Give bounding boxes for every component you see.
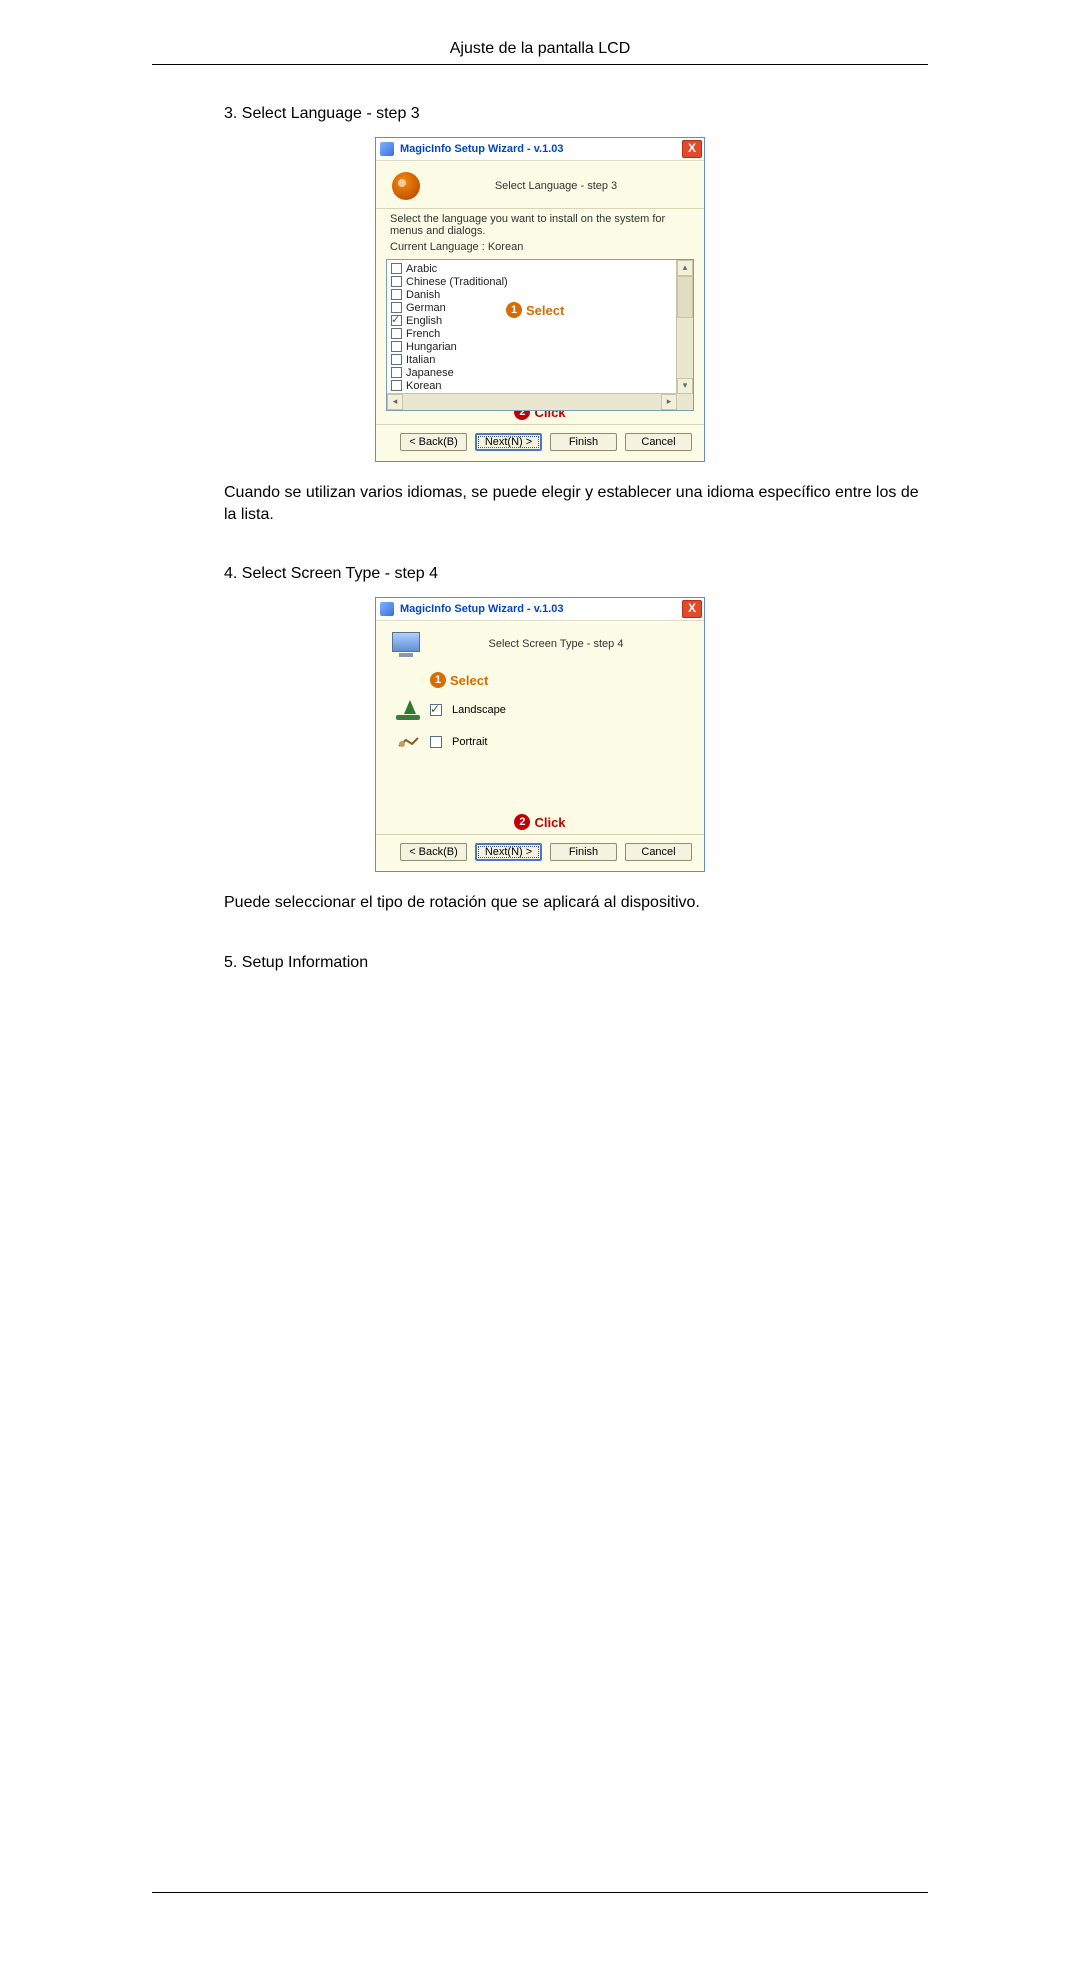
cancel-button[interactable]: Cancel (625, 433, 692, 451)
checkbox-icon[interactable] (391, 315, 402, 326)
next-button[interactable]: Next(N) > (475, 433, 542, 451)
language-label: Hungarian (406, 341, 457, 353)
checkbox-icon[interactable] (391, 328, 402, 339)
step4-body: Puede seleccionar el tipo de rotación qu… (224, 892, 928, 914)
vertical-scrollbar[interactable]: ▴ ▾ (676, 260, 693, 394)
landscape-option[interactable]: Landscape (396, 694, 690, 726)
annotation-badge-2: 2 (514, 814, 530, 830)
button-row: < Back(B) Next(N) > Finish Cancel (376, 424, 704, 461)
step-header-row: Select Screen Type - step 4 (376, 621, 704, 664)
instruction-block: Select the language you want to install … (376, 208, 704, 255)
language-item[interactable]: Korean (391, 379, 693, 392)
app-icon (380, 142, 394, 156)
language-item[interactable]: Danish (391, 288, 693, 301)
step3-body: Cuando se utilizan varios idiomas, se pu… (224, 482, 928, 525)
scroll-left-icon[interactable]: ◂ (387, 394, 403, 410)
checkbox-icon[interactable] (430, 736, 442, 748)
finish-button[interactable]: Finish (550, 433, 617, 451)
step4-label: 4. Select Screen Type - step 4 (224, 565, 928, 583)
horizontal-scrollbar[interactable]: ◂ ▸ (387, 393, 693, 410)
annotation-select-text: Select (450, 673, 488, 688)
annotation-badge-1: 1 (506, 302, 522, 318)
monitor-icon (392, 632, 420, 656)
language-label: Italian (406, 354, 435, 366)
language-label: English (406, 315, 442, 327)
language-label: Japanese (406, 367, 454, 379)
cancel-button[interactable]: Cancel (625, 843, 692, 861)
language-label: Danish (406, 289, 440, 301)
checkbox-icon[interactable] (391, 289, 402, 300)
finish-button[interactable]: Finish (550, 843, 617, 861)
globe-icon (392, 172, 420, 200)
checkbox-icon[interactable] (391, 263, 402, 274)
back-button[interactable]: < Back(B) (400, 843, 467, 861)
next-button[interactable]: Next(N) > (475, 843, 542, 861)
wizard-step3: MagicInfo Setup Wizard - v.1.03 X Select… (375, 137, 705, 462)
language-item[interactable]: Hungarian (391, 340, 693, 353)
titlebar: MagicInfo Setup Wizard - v.1.03 X (376, 598, 704, 621)
checkbox-icon[interactable] (430, 704, 442, 716)
language-label: German (406, 302, 446, 314)
back-button[interactable]: < Back(B) (400, 433, 467, 451)
language-item[interactable]: Japanese (391, 366, 693, 379)
landscape-label: Landscape (452, 704, 506, 716)
language-item[interactable]: Italian (391, 353, 693, 366)
checkbox-icon[interactable] (391, 302, 402, 313)
checkbox-icon[interactable] (391, 380, 402, 391)
language-item[interactable]: Arabic (391, 262, 693, 275)
wizard-step4: MagicInfo Setup Wizard - v.1.03 X Select… (375, 597, 705, 872)
close-icon[interactable]: X (682, 140, 702, 158)
checkbox-icon[interactable] (391, 367, 402, 378)
footer-divider (152, 1892, 928, 1893)
checkbox-icon[interactable] (391, 341, 402, 352)
language-label: Korean (406, 380, 441, 392)
window-title: MagicInfo Setup Wizard - v.1.03 (400, 143, 682, 155)
close-icon[interactable]: X (682, 600, 702, 618)
instruction-text: Select the language you want to install … (390, 213, 690, 237)
current-language: Current Language : Korean (390, 241, 690, 253)
window-title: MagicInfo Setup Wizard - v.1.03 (400, 603, 682, 615)
annotation-select: 1 Select (506, 302, 564, 318)
app-icon (380, 602, 394, 616)
step3-title: Select Language - step 3 (420, 180, 692, 192)
step4-title: Select Screen Type - step 4 (420, 638, 692, 650)
language-label: Chinese (Traditional) (406, 276, 508, 288)
portrait-option[interactable]: Portrait (396, 726, 690, 758)
annotation-select-text: Select (526, 303, 564, 318)
header-divider (152, 64, 928, 65)
portrait-label: Portrait (452, 736, 487, 748)
annotation-select: 1 Select (430, 672, 488, 688)
step3-label: 3. Select Language - step 3 (224, 105, 928, 123)
step-header-row: Select Language - step 3 (376, 161, 704, 208)
annotation-click-text: Click (534, 815, 565, 830)
checkbox-icon[interactable] (391, 354, 402, 365)
titlebar: MagicInfo Setup Wizard - v.1.03 X (376, 138, 704, 161)
annotation-click: 2 Click (514, 814, 565, 830)
checkbox-icon[interactable] (391, 276, 402, 287)
scroll-right-icon[interactable]: ▸ (661, 394, 677, 410)
scroll-down-icon[interactable]: ▾ (677, 378, 693, 394)
language-item[interactable]: French (391, 327, 693, 340)
language-listbox[interactable]: Arabic Chinese (Traditional) Danish Germ… (386, 259, 694, 411)
language-label: Arabic (406, 263, 437, 275)
step5-label: 5. Setup Information (224, 954, 928, 972)
landscape-icon (396, 698, 420, 722)
language-label: French (406, 328, 440, 340)
annotation-badge-1: 1 (430, 672, 446, 688)
button-row: < Back(B) Next(N) > Finish Cancel (376, 834, 704, 871)
language-item[interactable]: Chinese (Traditional) (391, 275, 693, 288)
scroll-up-icon[interactable]: ▴ (677, 260, 693, 276)
portrait-icon (396, 730, 420, 754)
page-header: Ajuste de la pantalla LCD (152, 40, 928, 64)
